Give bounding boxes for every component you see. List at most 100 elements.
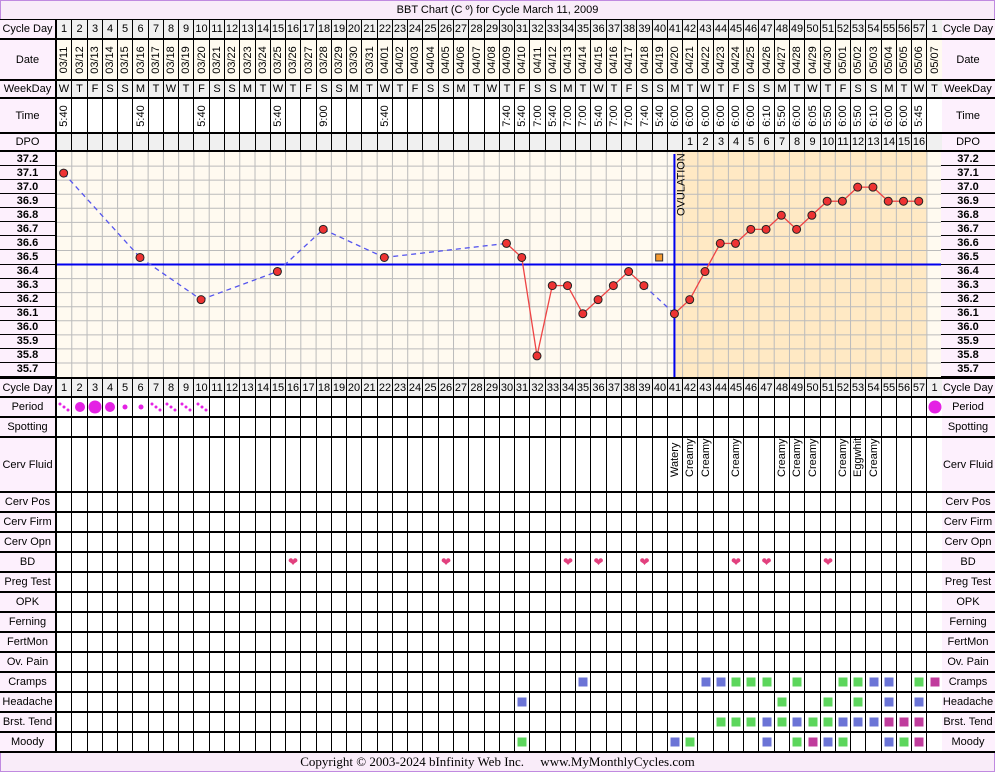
spotting-cell bbox=[88, 418, 102, 436]
weekday-cell: M bbox=[133, 81, 148, 97]
time-cell bbox=[332, 99, 346, 132]
bd-cell bbox=[72, 553, 87, 571]
dpo-cell bbox=[256, 134, 270, 150]
preg-test-cell bbox=[912, 573, 926, 591]
cycle-day-cell: 39 bbox=[637, 20, 652, 38]
ferning-cell bbox=[271, 613, 285, 631]
preg-test-cell bbox=[775, 573, 789, 591]
period-spotting-dot bbox=[66, 408, 70, 412]
date-text: 03/18 bbox=[165, 45, 177, 74]
brst-tend-label-right: Brst. Tend bbox=[941, 713, 995, 731]
cycle-day-cell: 2 bbox=[72, 20, 87, 38]
moody-cell bbox=[836, 733, 850, 751]
preg-test-cell bbox=[851, 573, 865, 591]
fertmon-cell bbox=[57, 633, 71, 651]
ferning-cell bbox=[759, 613, 774, 631]
cycle-day-cell: 45 bbox=[729, 20, 743, 38]
cerv-firm-cell bbox=[729, 513, 743, 531]
ov-pain-cell bbox=[256, 653, 270, 671]
date-text: 05/04 bbox=[883, 45, 895, 74]
date-text: 04/27 bbox=[776, 45, 788, 74]
preg-test-cell bbox=[714, 573, 728, 591]
period-cell bbox=[622, 398, 636, 416]
headache-cell bbox=[882, 693, 896, 711]
dpo-cell: 9 bbox=[805, 134, 820, 150]
date-text: 04/04 bbox=[424, 45, 437, 74]
brst-tend-cell bbox=[179, 713, 193, 731]
period-medium-dot bbox=[74, 402, 85, 412]
date-cell: 04/19 bbox=[653, 40, 667, 79]
date-text: 04/09 bbox=[501, 45, 513, 74]
cycle-day-cell: 25 bbox=[423, 20, 438, 38]
ov-pain-cell bbox=[866, 653, 881, 671]
headache-blue-marker bbox=[517, 697, 527, 707]
ov-pain-cell bbox=[347, 653, 361, 671]
time-text: 6:00 bbox=[791, 104, 803, 127]
spotting-cell bbox=[897, 418, 911, 436]
cramps-cell bbox=[546, 673, 560, 691]
cerv-firm-label-left: Cerv Firm bbox=[0, 513, 55, 531]
headache-cell bbox=[729, 693, 743, 711]
cycle-day-cell: 29 bbox=[485, 20, 499, 38]
bd-cell bbox=[240, 553, 255, 571]
cycle-day-cell: 11 bbox=[210, 379, 224, 396]
brst-tend-cell bbox=[607, 713, 621, 731]
temp-point bbox=[898, 196, 908, 206]
cerv-opn-cell bbox=[408, 533, 422, 551]
temp-point bbox=[807, 210, 817, 220]
cycle-day-cell: 8 bbox=[164, 20, 178, 38]
ov-pain-cell bbox=[576, 653, 590, 671]
temp-point bbox=[731, 238, 741, 248]
period-cell bbox=[576, 398, 590, 416]
cycle-day-cell: 48 bbox=[775, 379, 789, 396]
weekday-cell: S bbox=[332, 81, 346, 97]
date-cell: 04/22 bbox=[698, 40, 713, 79]
brst-tend-green-marker bbox=[716, 717, 726, 727]
date-text: 04/29 bbox=[806, 45, 819, 74]
period-spotting-dot bbox=[204, 408, 207, 412]
time-text: 6:00 bbox=[715, 104, 727, 127]
ferning-cell bbox=[653, 613, 667, 631]
date-text: 04/17 bbox=[623, 45, 635, 74]
cerv-fluid-cell bbox=[469, 438, 484, 491]
moody-cell bbox=[500, 733, 514, 751]
cerv-opn-cell bbox=[317, 533, 331, 551]
cramps-cell bbox=[591, 673, 606, 691]
time-cell bbox=[103, 99, 117, 132]
period-cell bbox=[607, 398, 621, 416]
date-cell: 03/29 bbox=[332, 40, 346, 79]
date-text: 04/23 bbox=[715, 45, 727, 74]
cycle-day-cell: 56 bbox=[897, 20, 911, 38]
dpo-cell: 15 bbox=[897, 134, 911, 150]
bd-label-right: BD bbox=[941, 553, 995, 571]
dpo-cell bbox=[164, 134, 178, 150]
preg-test-cell bbox=[576, 573, 590, 591]
cramps-blue-marker bbox=[578, 677, 588, 687]
heart-icon: ❤ bbox=[639, 554, 650, 569]
cerv-pos-cell bbox=[439, 493, 453, 511]
spotting-cell bbox=[821, 418, 835, 436]
date-text: 04/21 bbox=[684, 45, 696, 74]
brst-tend-cell bbox=[149, 713, 163, 731]
cerv-firm-cell bbox=[591, 513, 606, 531]
bd-cell bbox=[744, 553, 758, 571]
cerv-opn-cell bbox=[118, 533, 132, 551]
brst-tend-cell bbox=[286, 713, 300, 731]
time-cell bbox=[118, 99, 132, 132]
opk-cell bbox=[759, 593, 774, 611]
date-cell: 04/05 bbox=[439, 40, 453, 79]
period-cell bbox=[821, 398, 835, 416]
cerv-fluid-cell bbox=[546, 438, 560, 491]
headache-cell bbox=[805, 693, 820, 711]
opk-cell bbox=[103, 593, 117, 611]
moody-cell bbox=[408, 733, 422, 751]
cerv-pos-cell bbox=[103, 493, 117, 511]
brst-tend-cell bbox=[393, 713, 407, 731]
date-cell: 03/19 bbox=[179, 40, 193, 79]
ferning-cell bbox=[88, 613, 102, 631]
brst-tend-cell bbox=[408, 713, 422, 731]
cerv-fluid-cell bbox=[57, 438, 71, 491]
y-tick-label-left: 36.4 bbox=[0, 264, 55, 278]
moody-green-marker bbox=[685, 737, 695, 747]
headache-cell bbox=[591, 693, 606, 711]
